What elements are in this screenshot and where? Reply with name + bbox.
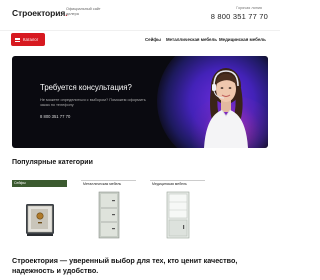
category-card-metal-furniture[interactable]: Металлическая мебель <box>81 180 136 244</box>
consultation-banner[interactable]: Требуется консультация? Не можете опреде… <box>12 56 268 148</box>
logo-text: Строектория <box>12 8 66 18</box>
safe-icon <box>26 204 54 236</box>
site-tagline: Официальный сайт дилера <box>66 7 101 16</box>
medical-cabinet-icon <box>166 191 190 239</box>
site-header: Строектория. Официальный сайт дилера Гор… <box>0 0 280 30</box>
metal-cabinet-icon <box>98 191 120 239</box>
menu-icon <box>15 37 20 42</box>
category-label: Сейфы <box>12 180 67 187</box>
main-nav: Каталог Сейфы Металлическая мебель Медиц… <box>0 30 280 48</box>
nav-link-metal-furniture[interactable]: Металлическая мебель <box>166 37 217 42</box>
nav-link-medical-furniture[interactable]: Медицинская мебель <box>219 37 266 42</box>
banner-phone-link[interactable]: 8 800 351 77 70 <box>40 114 70 119</box>
category-label: Металлическая мебель <box>81 180 136 187</box>
site-logo[interactable]: Строектория. <box>12 8 68 18</box>
nav-link-safes[interactable]: Сейфы <box>145 37 161 42</box>
popular-categories-title: Популярные категории <box>12 159 93 166</box>
operator-photo <box>204 68 248 148</box>
banner-title: Требуется консультация? <box>40 83 132 92</box>
category-label: Медицинская мебель <box>150 180 205 187</box>
hotline-label: Горячая линия <box>236 6 262 10</box>
catalog-button-label: Каталог <box>23 37 39 42</box>
banner-text: Не можете определиться с выбором? Поможе… <box>40 97 146 108</box>
about-headline: Строектория — уверенный выбор для тех, к… <box>12 256 238 275</box>
category-card-medical-furniture[interactable]: Медицинская мебель <box>150 180 205 244</box>
header-phone-link[interactable]: 8 800 351 77 70 <box>211 12 268 21</box>
catalog-button[interactable]: Каталог <box>11 33 45 46</box>
category-card-safes[interactable]: Сейфы <box>12 180 67 244</box>
